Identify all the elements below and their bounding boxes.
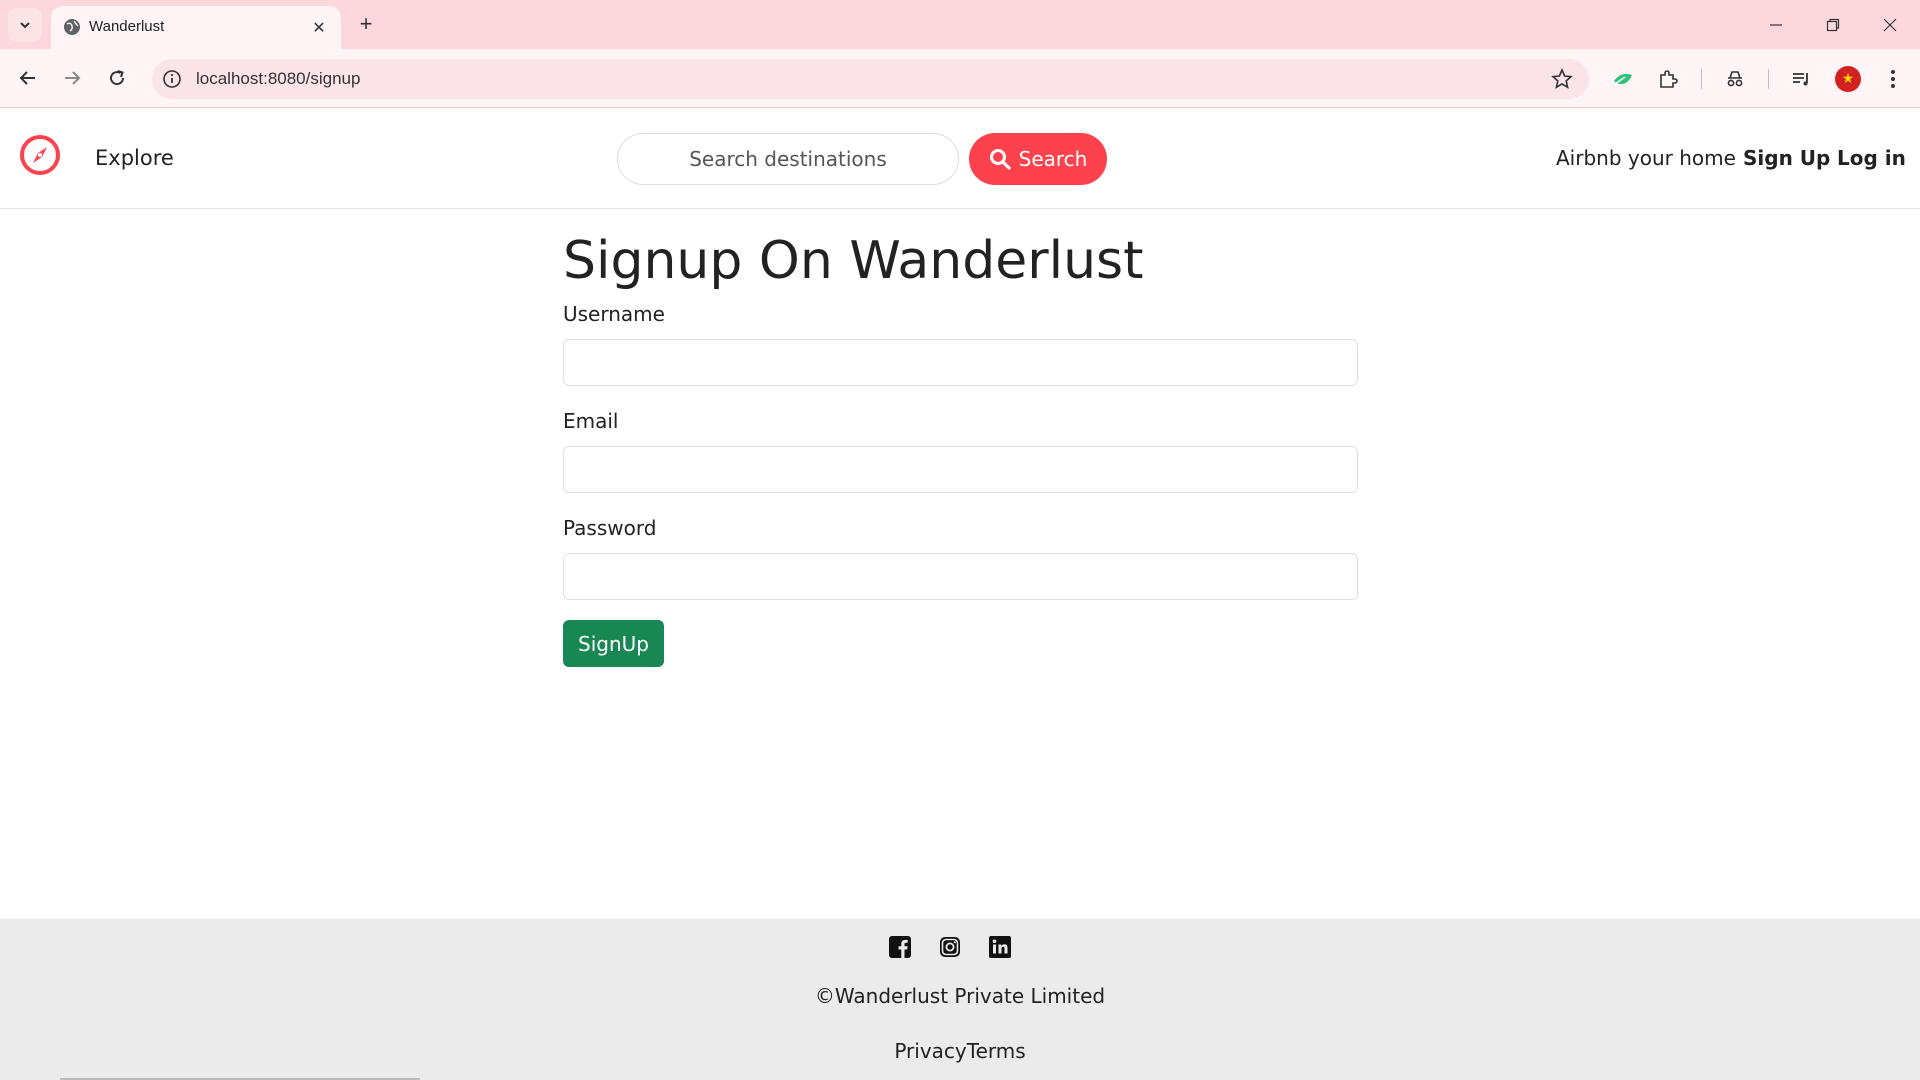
search-button-label: Search bbox=[1018, 147, 1088, 171]
close-icon bbox=[1883, 18, 1897, 31]
site-info-icon[interactable] bbox=[162, 69, 182, 89]
playlist-icon bbox=[1793, 73, 1808, 86]
extensions-button[interactable] bbox=[1654, 65, 1682, 93]
tab-title: Wanderlust bbox=[89, 18, 165, 35]
nav-explore-link[interactable]: Explore bbox=[95, 146, 174, 170]
restore-icon bbox=[1826, 18, 1840, 31]
restore-button[interactable] bbox=[1805, 0, 1861, 49]
globe-icon bbox=[64, 19, 80, 35]
browser-menu-button[interactable] bbox=[1879, 65, 1907, 93]
password-label: Password bbox=[563, 516, 657, 540]
linkedin-icon[interactable] bbox=[988, 935, 1012, 959]
new-tab-button[interactable]: + bbox=[352, 10, 380, 38]
signup-submit-button[interactable]: SignUp bbox=[563, 620, 664, 667]
compass-icon[interactable] bbox=[19, 134, 61, 176]
forward-button[interactable] bbox=[56, 62, 88, 94]
email-field[interactable] bbox=[563, 446, 1358, 493]
reload-button[interactable] bbox=[101, 62, 133, 94]
footer-copyright: ©Wanderlust Private Limited bbox=[814, 984, 1106, 1008]
airbnb-your-home-link[interactable]: Airbnb your home bbox=[1556, 146, 1736, 170]
site-footer: ©Wanderlust Private Limited PrivacyTerms bbox=[0, 919, 1920, 1080]
incognito-icon bbox=[1727, 71, 1743, 87]
toolbar-divider bbox=[1701, 69, 1702, 89]
incognito-button[interactable] bbox=[1721, 65, 1749, 93]
browser-tab-bar: Wanderlust ✕ + bbox=[0, 0, 1920, 49]
bookmark-star-icon[interactable] bbox=[1551, 68, 1573, 90]
profile-avatar[interactable]: ★ bbox=[1835, 66, 1861, 92]
privacy-link[interactable]: Privacy bbox=[894, 1039, 966, 1063]
back-button[interactable] bbox=[12, 62, 44, 94]
tab-search-button[interactable] bbox=[8, 8, 42, 42]
page-title: Signup On Wanderlust bbox=[563, 231, 1144, 291]
minimize-icon bbox=[1770, 23, 1782, 26]
star-icon: ★ bbox=[1841, 71, 1855, 87]
arrow-right-icon bbox=[65, 71, 81, 85]
media-control-button[interactable] bbox=[1787, 65, 1815, 93]
chevron-down-icon bbox=[20, 22, 30, 29]
username-field[interactable] bbox=[563, 339, 1358, 386]
username-label: Username bbox=[563, 302, 665, 326]
search-icon bbox=[989, 149, 1011, 170]
browser-toolbar: localhost:8080/signup ★ bbox=[0, 49, 1920, 108]
site-navbar: Explore Search Airbnb your home Sign Up … bbox=[0, 108, 1920, 209]
terms-link[interactable]: Terms bbox=[967, 1039, 1026, 1063]
email-label: Email bbox=[563, 409, 619, 433]
facebook-icon[interactable] bbox=[888, 935, 912, 959]
search-button[interactable]: Search bbox=[969, 133, 1107, 185]
search-input[interactable] bbox=[617, 133, 959, 185]
arrow-left-icon bbox=[19, 71, 35, 85]
extension-leaf-button[interactable] bbox=[1609, 65, 1637, 93]
password-field[interactable] bbox=[563, 553, 1358, 600]
footer-links: PrivacyTerms bbox=[0, 1039, 1920, 1063]
leaf-icon bbox=[1614, 73, 1632, 85]
minimize-button[interactable] bbox=[1748, 0, 1804, 49]
signup-nav-link[interactable]: Sign Up bbox=[1743, 146, 1830, 170]
close-window-button[interactable] bbox=[1862, 0, 1918, 49]
reload-icon bbox=[110, 70, 125, 86]
close-tab-icon[interactable]: ✕ bbox=[309, 17, 329, 37]
login-nav-link[interactable]: Log in bbox=[1837, 146, 1906, 170]
instagram-icon[interactable] bbox=[938, 935, 962, 959]
browser-tab[interactable]: Wanderlust ✕ bbox=[51, 6, 341, 49]
url-text[interactable]: localhost:8080/signup bbox=[196, 69, 360, 89]
puzzle-icon bbox=[1660, 70, 1678, 88]
address-bar[interactable]: localhost:8080/signup bbox=[152, 59, 1589, 99]
more-vertical-icon bbox=[1891, 70, 1895, 88]
toolbar-divider bbox=[1768, 69, 1769, 89]
